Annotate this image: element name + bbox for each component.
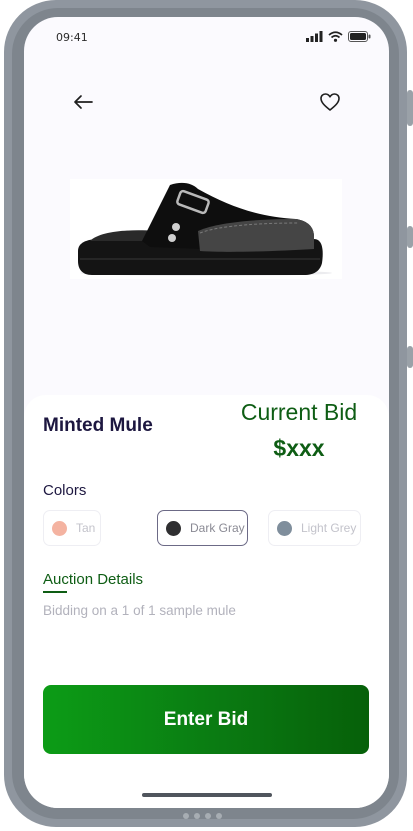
frame-speaker-dots xyxy=(183,813,222,819)
enter-bid-button[interactable]: Enter Bid xyxy=(43,685,369,754)
speaker-dot xyxy=(205,813,211,819)
tan-swatch xyxy=(52,520,67,536)
app-screen: 09:41 Minted Mule Current Bid $xxx Color… xyxy=(24,17,389,808)
light-grey-swatch xyxy=(277,520,292,536)
auction-details-underline xyxy=(43,591,67,593)
back-arrow-icon xyxy=(74,95,93,109)
side-button-top xyxy=(407,90,413,126)
dark-gray-swatch xyxy=(166,520,181,536)
color-option-dark-gray[interactable]: Dark Gray xyxy=(157,510,248,546)
product-name: Minted Mule xyxy=(43,415,153,436)
color-option-tan[interactable]: Tan xyxy=(43,510,101,546)
favorite-button[interactable] xyxy=(315,87,345,117)
back-button[interactable] xyxy=(68,87,98,117)
status-time: 09:41 xyxy=(56,31,88,44)
signal-icon xyxy=(306,31,323,42)
speaker-dot xyxy=(216,813,222,819)
color-option-label: Dark Gray xyxy=(190,521,245,535)
side-button-middle xyxy=(407,226,413,248)
auction-details-description: Bidding on a 1 of 1 sample mule xyxy=(43,603,236,618)
colors-label: Colors xyxy=(43,482,87,499)
product-details-sheet: Minted Mule Current Bid $xxx Colors Tan … xyxy=(24,395,389,808)
color-option-light-grey[interactable]: Light Grey xyxy=(268,510,361,546)
wifi-icon xyxy=(328,31,343,42)
current-bid-price: $xxx xyxy=(273,435,325,461)
speaker-dot xyxy=(183,813,189,819)
home-indicator xyxy=(142,793,272,797)
current-bid-title: Current Bid xyxy=(240,399,358,425)
color-option-label: Light Grey xyxy=(301,521,357,535)
product-image xyxy=(70,179,342,279)
speaker-dot xyxy=(194,813,200,819)
side-button-bottom xyxy=(407,346,413,368)
color-option-label: Tan xyxy=(76,521,96,535)
heart-icon xyxy=(320,93,340,111)
status-icons xyxy=(306,31,371,42)
auction-details-label: Auction Details xyxy=(43,571,144,588)
battery-icon xyxy=(348,31,371,42)
